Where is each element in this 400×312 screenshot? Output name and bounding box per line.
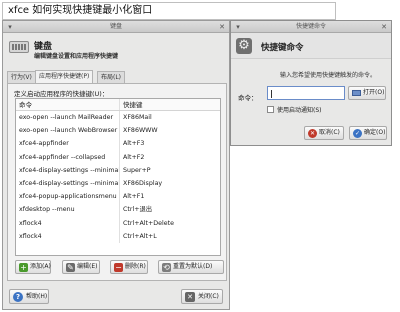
delete-button-label: 删除(R) [125, 263, 146, 270]
column-header-shortcut[interactable]: 快捷键 [120, 99, 220, 110]
pencil-icon: ✎ [66, 263, 75, 272]
table-row[interactable]: xflock4 Ctrl+Alt+L [16, 229, 220, 243]
cancel-icon: ✕ [308, 129, 317, 138]
cell-shortcut: XF86WWW [123, 127, 158, 135]
table-actions: + 添加(A) ✎ 编辑(E) − 删除(R) ⟲ 重置为默认(D) [15, 260, 225, 274]
header-subtitle: 编辑键盘设置和应用程序快捷键 [34, 53, 119, 60]
app-shortcuts-panel: 定义启动应用程序的快捷键(U)： 命令 快捷键 exo-open --launc… [7, 83, 227, 281]
plus-icon: + [19, 263, 28, 272]
cell-command: xflock4 [16, 216, 120, 230]
add-button-label: 添加(A) [30, 263, 51, 270]
cancel-button-label: 取消(C) [319, 129, 340, 136]
ok-button-label: 确定(O) [364, 129, 386, 136]
edit-button-label: 编辑(E) [77, 263, 98, 270]
cell-command: xfce4-popup-applicationsmenu [16, 190, 120, 204]
open-button-label: 打开(O) [363, 89, 385, 96]
help-button[interactable]: ? 帮助(H) [9, 289, 49, 304]
close-button-label: 关闭(C) [198, 293, 219, 300]
reset-icon: ⟲ [162, 263, 171, 272]
close-button[interactable]: ✕ 关闭(C) [181, 289, 223, 304]
column-header-command[interactable]: 命令 [16, 99, 120, 110]
add-button[interactable]: + 添加(A) [15, 260, 51, 274]
keyboard-window-titlebar[interactable]: ▾ 键盘 ✕ [3, 21, 229, 33]
search-input[interactable]: xfce 如何实现快捷键最小化窗口 [2, 2, 336, 20]
cell-shortcut: Ctrl+Alt+Delete [123, 219, 174, 227]
keyboard-icon [9, 41, 29, 53]
table-row[interactable]: xfce4-display-settings --minimal Super+P [16, 163, 220, 177]
window-title: 键盘 [109, 23, 122, 30]
startup-notify-checkbox[interactable] [267, 106, 274, 113]
cell-command: exo-open --launch MailReader [16, 111, 120, 125]
table-row[interactable]: xfdesktop --menu Ctrl+退出 [16, 203, 220, 217]
reset-button-label: 重置为默认(D) [173, 263, 213, 270]
command-input[interactable] [267, 86, 345, 100]
cell-shortcut: Ctrl+退出 [123, 206, 153, 214]
edit-button[interactable]: ✎ 编辑(E) [62, 260, 100, 274]
cell-shortcut: Alt+F2 [123, 153, 145, 161]
tab-app-shortcuts[interactable]: 应用程序快捷键(P) [35, 70, 94, 83]
open-button[interactable]: 打开(O) [348, 86, 386, 100]
cell-shortcut: XF86Display [123, 179, 163, 187]
folder-icon [352, 90, 361, 96]
startup-notify-label[interactable]: 使用启动通知(S) [277, 105, 322, 114]
reset-defaults-button[interactable]: ⟲ 重置为默认(D) [158, 260, 224, 274]
cell-shortcut: Super+P [123, 166, 151, 174]
cell-shortcut: Ctrl+Alt+L [123, 232, 157, 240]
tab-layout[interactable]: 布局(L) [97, 71, 126, 83]
ok-button[interactable]: ✓ 确定(O) [349, 126, 387, 140]
cell-command: exo-open --launch WebBrowser [16, 124, 120, 138]
dialog-prompt: 输入您希望使用快捷键触发的命令。 [280, 72, 377, 79]
command-label: 命令： [238, 94, 258, 102]
tab-behavior[interactable]: 行为(V) [7, 71, 36, 83]
window-close-icon[interactable]: ✕ [218, 23, 226, 31]
close-icon: ✕ [185, 292, 195, 302]
cell-command: xfce4-appfinder --collapsed [16, 150, 120, 164]
help-icon: ? [13, 292, 23, 302]
cell-command: xfdesktop --menu [16, 203, 120, 217]
table-row[interactable]: exo-open --launch MailReader XF86Mail [16, 111, 220, 125]
cell-command: xfce4-display-settings --minimal [16, 163, 120, 177]
cell-command: xfce4-appfinder [16, 137, 120, 151]
checkmark-icon: ✓ [353, 129, 362, 138]
cell-command: xflock4 [16, 229, 120, 243]
table-header: 命令 快捷键 [16, 99, 220, 111]
keyboard-window: ▾ 键盘 ✕ 键盘 编辑键盘设置和应用程序快捷键 行为(V) 应用程序快捷键(P… [2, 20, 230, 310]
table-row[interactable]: xfce4-popup-applicationsmenu Alt+F1 [16, 190, 220, 204]
panel-label: 定义启动应用程序的快捷键(U)： [14, 90, 109, 98]
shortcuts-table: 命令 快捷键 exo-open --launch MailReader XF86M… [15, 98, 221, 256]
minus-icon: − [114, 263, 123, 272]
cell-shortcut: Alt+F1 [123, 193, 145, 201]
delete-button[interactable]: − 删除(R) [110, 260, 148, 274]
cell-shortcut: XF86Mail [123, 114, 152, 121]
table-row[interactable]: xfce4-appfinder --collapsed Alt+F2 [16, 150, 220, 164]
cell-command: xfce4-display-settings --minimal [16, 176, 120, 191]
cell-shortcut: Alt+F3 [123, 140, 145, 148]
text-caret [271, 90, 272, 98]
dialog-body: 输入您希望使用快捷键触发的命令。 命令： 打开(O) 使用启动通知(S) ✕ 取… [230, 20, 392, 146]
keyboard-header: 键盘 编辑键盘设置和应用程序快捷键 [3, 33, 229, 61]
table-row[interactable]: xflock4 Ctrl+Alt+Delete [16, 216, 220, 230]
table-row[interactable]: xfce4-display-settings --minimal XF86Disp… [16, 176, 220, 191]
help-button-label: 帮助(H) [26, 293, 48, 300]
table-row[interactable]: xfce4-appfinder Alt+F3 [16, 137, 220, 151]
cancel-button[interactable]: ✕ 取消(C) [304, 126, 344, 140]
table-row[interactable]: exo-open --launch WebBrowser XF86WWW [16, 124, 220, 138]
